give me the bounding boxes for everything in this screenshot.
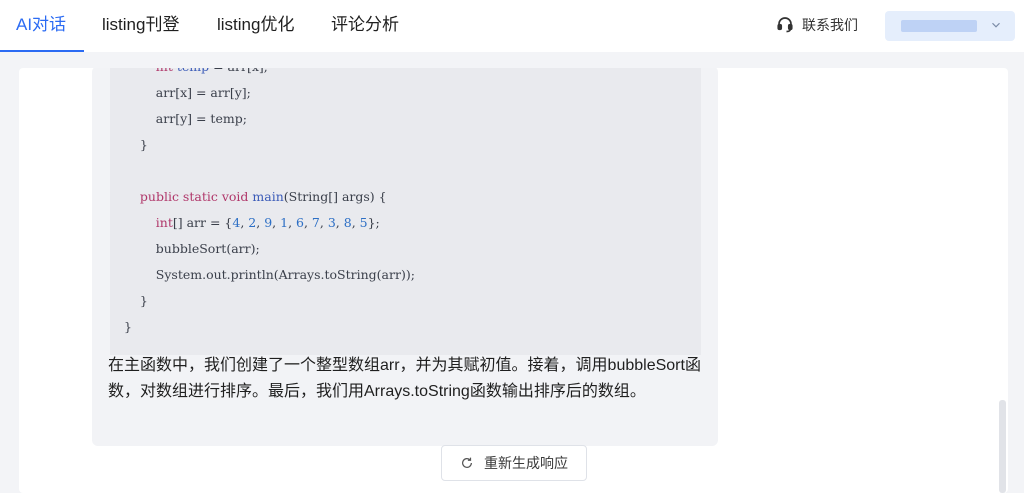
code-block: int temp = arr[x]; arr[x] = arr[y]; arr[… [110,68,701,355]
code-line: } [124,319,132,334]
user-account-dropdown[interactable] [885,11,1015,41]
tab-review-analysis-label: 评论分析 [331,15,399,34]
code-line: int temp = arr[x]; [124,68,268,74]
code-line: bubbleSort(arr); [124,241,260,256]
tab-ai-chat[interactable]: AI对话 [16,0,66,52]
refresh-icon [462,457,472,468]
headset-icon [776,15,794,36]
code-line: public static void main(String[] args) { [139,189,387,204]
tab-listing-optimize[interactable]: listing优化 [217,0,294,52]
code-line: arr[y] = temp; [124,111,247,126]
top-nav: AI对话 listing刊登 listing优化 评论分析 联系我们 [0,0,1024,52]
code-line: } [124,137,148,152]
code-line: arr[x] = arr[y]; [124,85,251,100]
regenerate-button[interactable]: 重新生成响应 [441,445,587,481]
code-line: System.out.println(Arrays.toString(arr))… [124,267,415,282]
contact-us-link[interactable]: 联系我们 [776,14,858,36]
tab-listing-optimize-label: listing优化 [217,15,295,34]
scrollbar[interactable] [999,400,1006,493]
code-line: int[] arr = {4, 2, 9, 1, 6, 7, 3, 8, 5}; [155,215,380,230]
active-tab-underline [0,50,84,52]
contact-us-label: 联系我们 [802,17,858,33]
tab-review-analysis[interactable]: 评论分析 [331,0,399,52]
tab-ai-chat-label: AI对话 [16,15,67,34]
chevron-down-icon [992,22,1000,28]
assistant-message: int temp = arr[x]; arr[x] = arr[y]; arr[… [92,68,718,446]
chat-panel: int temp = arr[x]; arr[x] = arr[y]; arr[… [19,68,1008,493]
avatar [901,20,977,32]
tab-listing-publish[interactable]: listing刊登 [102,0,179,52]
tab-listing-publish-label: listing刊登 [102,15,180,34]
answer-text: 在主函数中，我们创建了一个整型数组arr，并为其赋初值。接着，调用bubbleS… [108,357,701,400]
code-line: } [124,293,148,308]
regenerate-label: 重新生成响应 [484,455,568,471]
